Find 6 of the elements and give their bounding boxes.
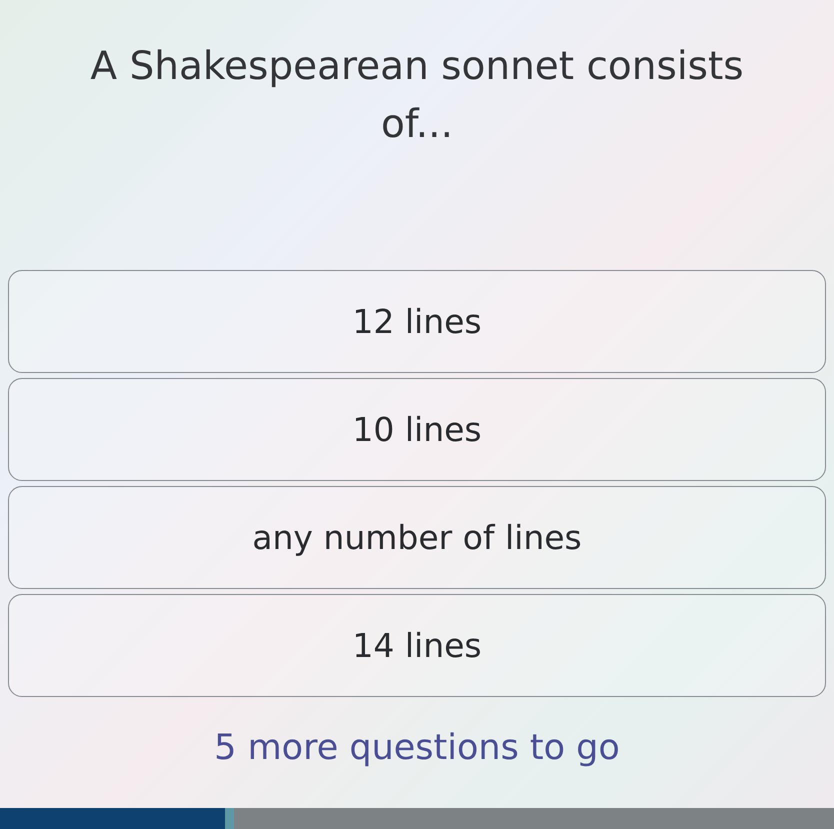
answer-option[interactable]: 10 lines [8, 378, 826, 481]
question-text: A Shakespearean sonnet consists of... [89, 43, 745, 149]
answer-option[interactable]: 12 lines [8, 270, 826, 373]
remaining-questions-text: 5 more questions to go [214, 727, 620, 770]
answer-option[interactable]: 14 lines [8, 594, 826, 697]
answer-option[interactable]: any number of lines [8, 486, 826, 589]
